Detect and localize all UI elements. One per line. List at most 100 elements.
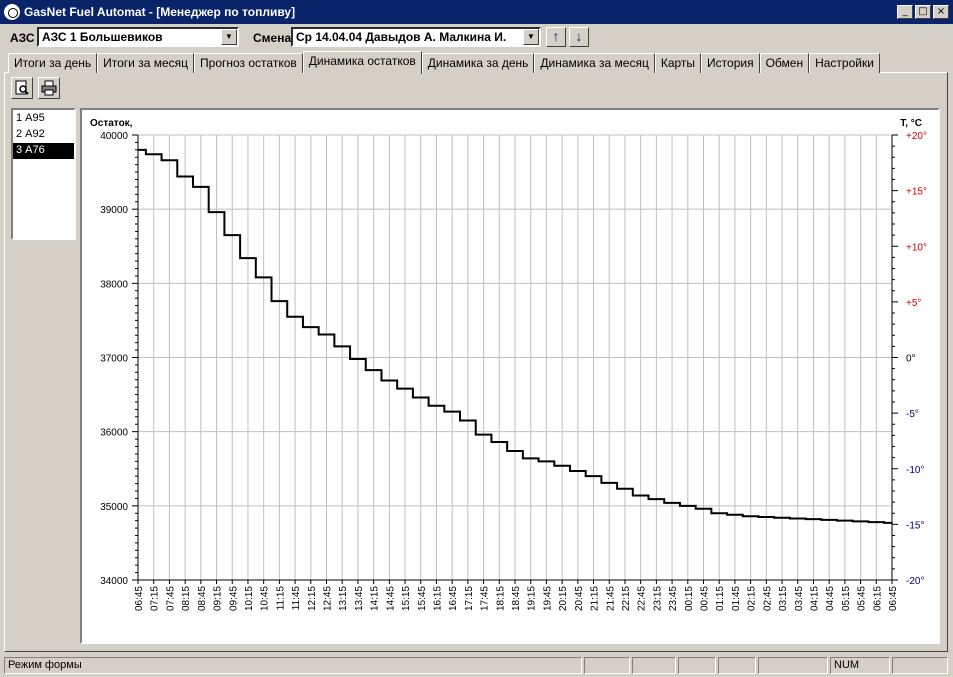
x-tick-label: 08:15 xyxy=(181,586,192,611)
minimize-button[interactable]: _ xyxy=(897,5,913,19)
x-tick-label: 15:15 xyxy=(401,586,412,611)
shift-combo[interactable]: Ср 14.04.04 Давыдов А. Малкина И. ▼ xyxy=(291,27,541,47)
tab-1[interactable]: Итоги за месяц xyxy=(97,53,195,73)
list-item[interactable]: 3 А76 xyxy=(13,143,74,159)
tab-9[interactable]: Настройки xyxy=(809,53,880,73)
data-point xyxy=(875,521,878,523)
maximize-button[interactable]: □ xyxy=(915,5,931,19)
tab-4[interactable]: Динамика за день xyxy=(421,53,535,73)
y2-tick-label: +5° xyxy=(906,298,921,309)
x-tick-label: 06:15 xyxy=(872,586,883,611)
data-point xyxy=(796,517,799,520)
data-point xyxy=(702,508,705,510)
x-tick-label: 16:45 xyxy=(448,586,459,611)
x-tick-label: 22:15 xyxy=(621,586,632,611)
x-tick-label: 14:45 xyxy=(385,586,396,611)
tab-5[interactable]: Динамика за месяц xyxy=(534,53,655,73)
tab-8[interactable]: Обмен xyxy=(759,53,810,73)
data-point xyxy=(404,387,406,390)
chevron-down-icon[interactable]: ▼ xyxy=(221,29,237,45)
data-point xyxy=(294,315,296,318)
station-combo[interactable]: АЗС 1 Большевиков ▼ xyxy=(37,27,239,47)
y-tick-label: 40000 xyxy=(100,131,128,142)
preview-button[interactable] xyxy=(11,77,33,99)
data-point xyxy=(435,404,438,407)
y-axis-title: Остаток, xyxy=(90,118,133,129)
tab-2[interactable]: Прогноз остатков xyxy=(194,53,303,73)
x-tick-label: 15:45 xyxy=(417,586,428,611)
list-item[interactable]: 1 А95 xyxy=(13,111,74,127)
y2-tick-label: +10° xyxy=(906,242,927,253)
data-point xyxy=(781,516,783,519)
x-tick-label: 05:45 xyxy=(857,586,868,611)
status-num: NUM xyxy=(830,657,890,674)
y2-tick-label: -15° xyxy=(906,520,924,531)
fuel-list[interactable]: 1 А95 2 А92 3 А76 xyxy=(11,108,76,240)
data-point xyxy=(671,502,673,504)
status-panel xyxy=(632,657,676,674)
y-tick-label: 34000 xyxy=(100,576,128,587)
y2-tick-label: +15° xyxy=(906,187,927,198)
y-tick-label: 38000 xyxy=(100,279,128,290)
x-tick-label: 22:45 xyxy=(637,586,648,611)
x-tick-label: 11:15 xyxy=(275,586,286,611)
chart-area: 40000 39000 38000 37000 36000 35000 34000 +20° +… xyxy=(80,108,940,644)
status-panel xyxy=(718,657,756,674)
y2-tick-label: -5° xyxy=(906,409,919,420)
x-tick-label: 18:15 xyxy=(495,586,506,611)
x-tick-label: 18:45 xyxy=(511,586,522,611)
toolbar: АЗС АЗС 1 Большевиков ▼ Смена Ср 14.04.0… xyxy=(0,24,953,50)
tab-3[interactable]: Динамика остатков xyxy=(302,51,422,74)
x-tick-label: 01:15 xyxy=(715,586,726,611)
list-item[interactable]: 2 А92 xyxy=(13,127,74,143)
x-tick-label: 12:45 xyxy=(323,586,334,611)
y-tick-label: 37000 xyxy=(100,354,128,365)
tab-7[interactable]: История xyxy=(701,53,760,73)
data-point xyxy=(545,460,548,463)
data-point xyxy=(749,515,752,518)
data-point xyxy=(482,433,485,436)
printer-icon xyxy=(41,80,57,96)
x-tick-label: 19:45 xyxy=(542,586,553,611)
tab-6[interactable]: Карты xyxy=(654,53,702,73)
x-tick-label: 07:45 xyxy=(165,586,176,611)
y-tick-label: 35000 xyxy=(100,502,128,513)
x-tick-label: 21:45 xyxy=(605,586,616,611)
prev-shift-button[interactable]: ↑ xyxy=(546,27,566,47)
x-tick-label: 06:45 xyxy=(134,586,145,611)
next-shift-button[interactable]: ↓ xyxy=(569,27,589,47)
data-point xyxy=(891,522,893,524)
y2-tick-label: -20° xyxy=(906,576,924,587)
data-point xyxy=(184,175,186,178)
status-panel xyxy=(678,657,716,674)
data-point xyxy=(859,520,862,523)
x-tick-label: 11:45 xyxy=(291,586,302,611)
x-tick-label: 07:15 xyxy=(150,586,161,611)
close-button[interactable]: × xyxy=(933,5,949,19)
y2-tick-label: 0° xyxy=(906,354,916,365)
data-point xyxy=(608,482,611,484)
data-point xyxy=(231,234,234,236)
arrow-down-icon: ↓ xyxy=(575,28,583,44)
x-tick-label: 13:15 xyxy=(338,586,349,611)
data-point xyxy=(137,149,139,151)
data-point xyxy=(341,345,344,348)
data-point xyxy=(262,276,265,279)
station-value: АЗС 1 Большевиков xyxy=(42,30,163,44)
print-button[interactable] xyxy=(38,77,60,99)
chevron-down-icon[interactable]: ▼ xyxy=(523,29,539,45)
print-preview-icon xyxy=(15,80,29,95)
data-point xyxy=(388,379,391,382)
tab-0[interactable]: Итоги за день xyxy=(8,53,98,73)
app-icon xyxy=(4,4,20,20)
x-tick-label: 09:45 xyxy=(228,586,239,611)
x-tick-label: 20:15 xyxy=(558,586,569,611)
x-tick-label: 03:45 xyxy=(794,586,805,611)
y-tick-label: 36000 xyxy=(100,428,128,439)
data-point xyxy=(498,441,501,443)
x-tick-label: 10:45 xyxy=(260,586,271,611)
x-tick-label: 23:15 xyxy=(652,586,663,611)
x-tick-label: 05:15 xyxy=(841,586,852,611)
data-point xyxy=(514,450,516,452)
x-tick-label: 09:15 xyxy=(213,586,224,611)
